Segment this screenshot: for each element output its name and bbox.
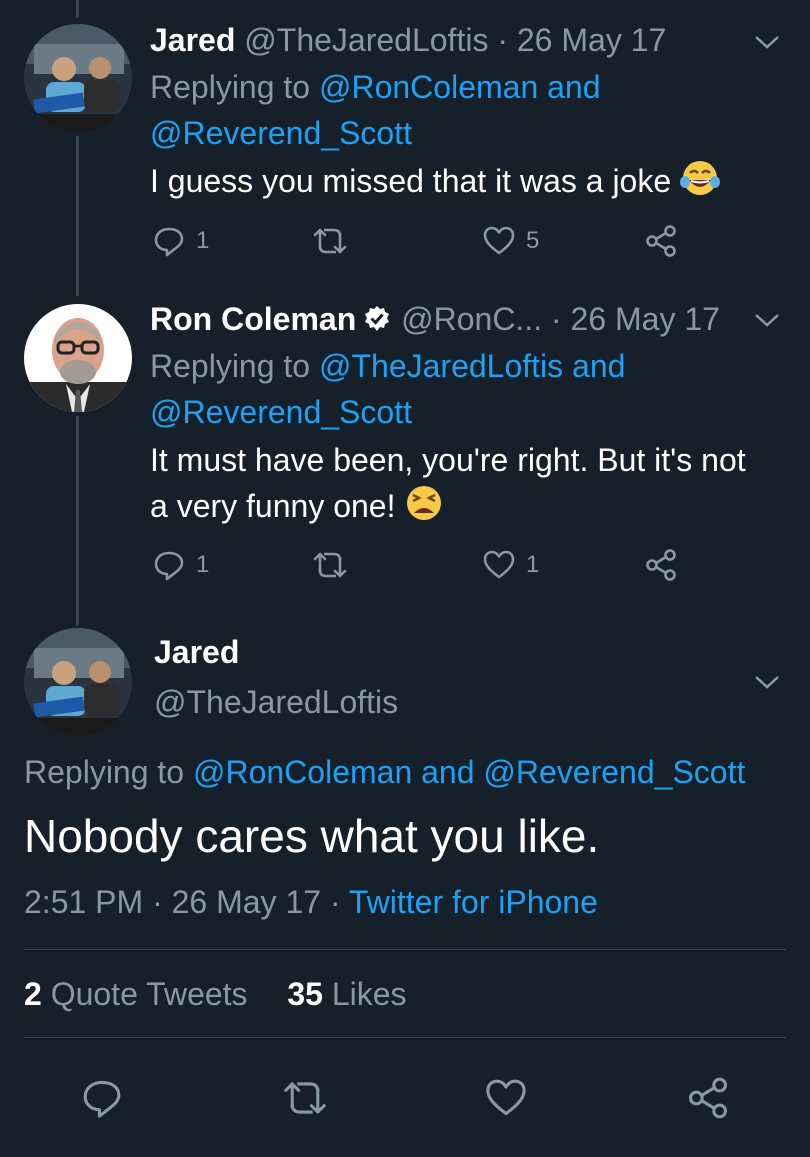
mention-link[interactable]: @Reverend_Scott: [483, 754, 745, 790]
quote-tweets-label: Quote Tweets: [41, 976, 248, 1012]
tweet-text-line: It must have been, you're right. But it'…: [150, 442, 746, 478]
reply-count: 1: [196, 551, 210, 578]
share-button[interactable]: [644, 548, 678, 582]
tweet-meta: 2:51 PM · 26 May 17 · Twitter for iPhone: [24, 884, 598, 921]
like-icon: [483, 550, 515, 579]
replying-and[interactable]: and: [412, 754, 483, 790]
chevron-down-icon[interactable]: [752, 310, 782, 330]
like-button[interactable]: [484, 1076, 528, 1125]
replying-prefix: Replying to: [24, 754, 193, 790]
mention-link[interactable]: @Reverend_Scott: [150, 394, 412, 430]
tired-face-emoji: [407, 486, 442, 520]
reply-icon: [154, 551, 184, 581]
thread-line-top: [76, 0, 79, 18]
tweet-text-line: a very funny one!: [150, 488, 396, 524]
tweet-text-content: I guess you missed that it was a joke: [150, 163, 672, 199]
handle[interactable]: @RonC...: [401, 301, 542, 337]
share-icon: [646, 549, 676, 581]
retweet-button[interactable]: [282, 1076, 328, 1125]
mention-link[interactable]: @Reverend_Scott: [150, 115, 412, 151]
avatar[interactable]: [24, 628, 132, 736]
reply-button[interactable]: 1: [152, 224, 209, 258]
avatar[interactable]: [24, 24, 132, 132]
verified-badge-icon: [365, 306, 390, 331]
share-button[interactable]: [686, 1076, 730, 1125]
replying-to: Replying to @TheJaredLoftis and @Reveren…: [150, 343, 770, 435]
chevron-down-icon[interactable]: [752, 672, 782, 692]
likes-stat[interactable]: 35 Likes: [287, 976, 406, 1012]
mention-link[interactable]: @RonColeman: [193, 754, 412, 790]
retweet-icon: [284, 1082, 326, 1114]
retweet-button[interactable]: [312, 224, 358, 258]
mention-link[interactable]: @TheJaredLoftis: [319, 348, 563, 384]
tweet-text: It must have been, you're right. But it'…: [150, 437, 790, 529]
reply-button[interactable]: 1: [152, 548, 209, 582]
tweet-date: · 26 May 17 ·: [143, 884, 349, 920]
replying-prefix: Replying to: [150, 348, 319, 384]
reply-icon: [83, 1080, 121, 1118]
replying-to: Replying to @RonColeman and @Reverend_Sc…: [24, 754, 745, 791]
likes-label: Likes: [322, 976, 407, 1012]
thread-line-1: [76, 136, 79, 296]
avatar[interactable]: [24, 304, 132, 412]
like-icon: [486, 1079, 526, 1116]
divider: [24, 949, 786, 950]
timestamp[interactable]: · 26 May 17: [497, 22, 666, 58]
timestamp[interactable]: · 26 May 17: [551, 301, 720, 337]
replying-to: Replying to @RonColeman and @Reverend_Sc…: [150, 64, 770, 156]
tweet-header: Ron Coleman @RonC... · 26 May 17: [150, 299, 720, 339]
divider: [24, 1037, 786, 1038]
mention-link[interactable]: @RonColeman: [319, 69, 538, 105]
display-name[interactable]: Ron Coleman: [150, 301, 356, 337]
display-name[interactable]: Jared: [154, 634, 239, 671]
display-name[interactable]: Jared: [150, 22, 235, 58]
engagement-stats: 2 Quote Tweets 35 Likes: [24, 976, 407, 1013]
reply-button[interactable]: [80, 1076, 124, 1125]
replying-and[interactable]: and: [563, 348, 625, 384]
retweet-button[interactable]: [312, 548, 358, 582]
tweet-source[interactable]: Twitter for iPhone: [349, 884, 598, 920]
share-icon: [646, 225, 676, 257]
retweet-icon: [313, 228, 347, 254]
tweet-header: Jared @TheJaredLoftis · 26 May 17: [150, 20, 666, 60]
share-icon: [688, 1077, 728, 1119]
quote-tweets-stat[interactable]: 2 Quote Tweets: [24, 976, 248, 1012]
handle[interactable]: @TheJaredLoftis: [154, 684, 398, 721]
like-button[interactable]: 1: [482, 548, 539, 582]
chevron-down-icon[interactable]: [752, 32, 782, 52]
like-icon: [483, 226, 515, 255]
tweet-text: Nobody cares what you like.: [24, 810, 600, 862]
tweet-text: I guess you missed that it was a joke: [150, 158, 790, 204]
handle[interactable]: @TheJaredLoftis: [244, 22, 488, 58]
replying-and[interactable]: and: [538, 69, 600, 105]
reply-count: 1: [196, 227, 210, 254]
quote-tweets-count: 2: [24, 976, 42, 1012]
thread-line-2: [76, 416, 79, 626]
like-count: 1: [526, 551, 540, 578]
reply-icon: [154, 227, 184, 257]
like-count: 5: [526, 227, 540, 254]
share-button[interactable]: [644, 224, 678, 258]
tweet-time: 2:51 PM: [24, 884, 144, 920]
retweet-icon: [313, 552, 347, 578]
tears-of-joy-emoji: [680, 161, 721, 195]
like-button[interactable]: 5: [482, 224, 539, 258]
replying-prefix: Replying to: [150, 69, 319, 105]
likes-count: 35: [287, 976, 323, 1012]
